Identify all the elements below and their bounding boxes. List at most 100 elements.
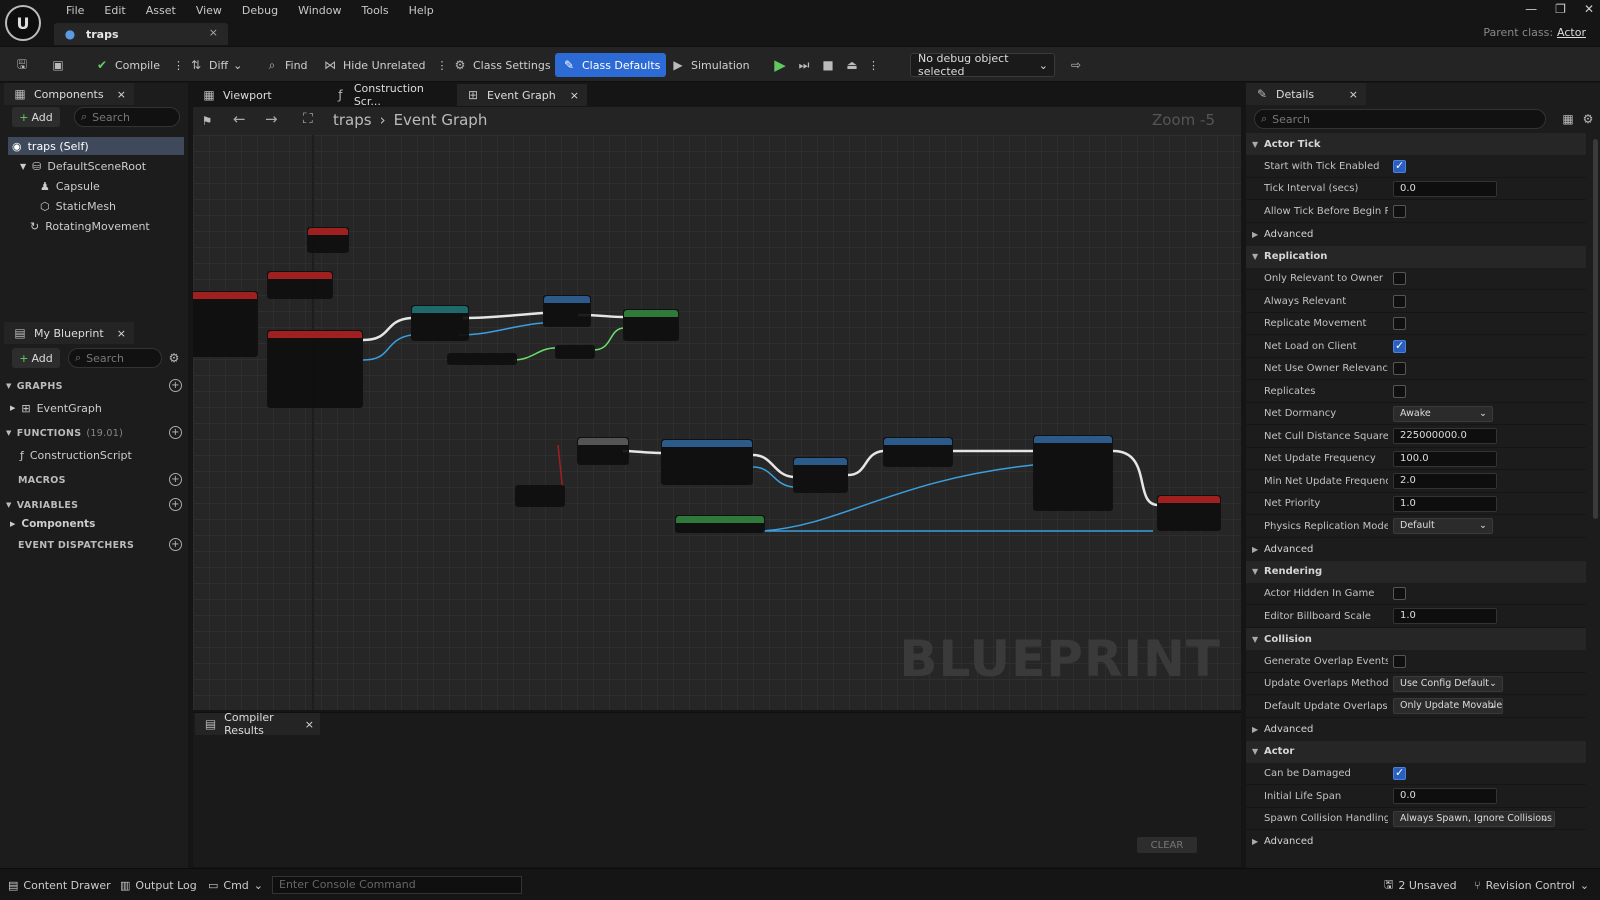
table-view-icon[interactable]: ▦ bbox=[1560, 111, 1576, 127]
functions-section[interactable]: ▼ FUNCTIONS (19.01) + bbox=[6, 423, 186, 443]
details-category[interactable]: ▼ Rendering bbox=[1246, 560, 1586, 583]
set-health-node[interactable] bbox=[623, 309, 679, 341]
menu-window[interactable]: Window bbox=[288, 2, 351, 20]
restore-icon[interactable]: ❐ bbox=[1555, 2, 1566, 16]
my-blueprint-search-input[interactable]: ⌕ Search bbox=[68, 348, 162, 368]
components-search-input[interactable]: ⌕ Search bbox=[74, 107, 180, 127]
settings-gear-icon[interactable]: ⚙ bbox=[166, 350, 182, 366]
property-value-input[interactable]: 0.0 bbox=[1393, 180, 1497, 197]
advanced-expander[interactable]: ▶ Advanced bbox=[1246, 223, 1586, 245]
details-search-input[interactable]: ⌕ Search bbox=[1254, 109, 1546, 129]
compiler-results-tab[interactable]: ▤ Compiler Results × bbox=[195, 711, 320, 737]
apply-damage-node[interactable] bbox=[543, 295, 591, 327]
find-button[interactable]: ⌕ Find bbox=[258, 53, 314, 77]
document-tab[interactable]: ● traps × bbox=[54, 23, 228, 45]
forward-arrow-icon[interactable]: → bbox=[265, 110, 278, 128]
tree-item-default-scene-root[interactable]: ▼ ⛁ DefaultSceneRoot bbox=[20, 157, 196, 175]
details-category[interactable]: ▼ Replication bbox=[1246, 245, 1586, 268]
tab-event-graph[interactable]: ⊞ Event Graph × bbox=[457, 84, 587, 106]
back-arrow-icon[interactable]: ← bbox=[233, 110, 246, 128]
property-dropdown[interactable]: Only Update Movable ⌄ bbox=[1393, 698, 1503, 714]
close-window-icon[interactable]: ✕ bbox=[1584, 2, 1594, 16]
set-show-mouse-cursor-node[interactable] bbox=[1157, 495, 1221, 531]
tree-item-rotating-movement[interactable]: ↻ RotatingMovement bbox=[30, 217, 206, 235]
my-blueprint-tab[interactable]: ▤ My Blueprint × bbox=[4, 322, 134, 344]
blueprint-graph-canvas[interactable]: BLUEPRINT bbox=[193, 135, 1241, 710]
tree-item-static-mesh[interactable]: ⬡ StaticMesh bbox=[40, 197, 216, 215]
on-component-hit-node[interactable] bbox=[193, 291, 258, 357]
add-to-viewport-node[interactable] bbox=[793, 457, 848, 493]
property-checkbox[interactable] bbox=[1393, 362, 1406, 375]
add-component-button[interactable]: + Add bbox=[12, 107, 60, 127]
details-tab[interactable]: ✎ Details × bbox=[1246, 83, 1366, 105]
clear-button[interactable]: CLEAR bbox=[1137, 837, 1197, 853]
details-category[interactable]: ▼ Collision bbox=[1246, 628, 1586, 650]
construction-script-item[interactable]: ƒ ConstructionScript bbox=[20, 446, 196, 464]
revision-control-button[interactable]: ⑂ Revision Control ⌄ bbox=[1474, 877, 1589, 893]
set-input-mode-node[interactable] bbox=[1033, 435, 1113, 511]
compile-button[interactable]: ✔ Compile ⋮ bbox=[88, 53, 190, 77]
components-tab[interactable]: ▦ Components × bbox=[4, 83, 134, 105]
get-player-controller-node[interactable] bbox=[675, 515, 765, 533]
content-drawer-button[interactable]: ▤ Content Drawer bbox=[8, 877, 111, 893]
debug-object-select[interactable]: No debug object selected ⌄ bbox=[910, 52, 1055, 78]
property-dropdown[interactable]: Awake ⌄ bbox=[1393, 405, 1493, 422]
advanced-expander[interactable]: ▶ Advanced bbox=[1246, 718, 1586, 740]
close-icon[interactable]: × bbox=[117, 88, 126, 101]
add-dispatcher-icon[interactable]: + bbox=[169, 538, 182, 551]
add-graph-icon[interactable]: + bbox=[169, 379, 182, 392]
close-icon[interactable]: × bbox=[1349, 88, 1358, 101]
event-dispatchers-section[interactable]: EVENT DISPATCHERS + bbox=[6, 535, 186, 555]
set-game-paused-node[interactable] bbox=[883, 437, 953, 467]
graphs-section[interactable]: ▼ GRAPHS + bbox=[6, 376, 186, 396]
close-icon[interactable]: × bbox=[209, 26, 218, 39]
create-widget-node[interactable] bbox=[661, 439, 753, 485]
class-settings-button[interactable]: ⚙ Class Settings bbox=[446, 53, 557, 77]
breadcrumb-root[interactable]: traps bbox=[333, 111, 372, 129]
components-variable-group[interactable]: ▶ Components bbox=[10, 515, 186, 533]
add-function-icon[interactable]: + bbox=[169, 426, 182, 439]
details-scrollbar[interactable] bbox=[1593, 139, 1598, 519]
close-icon[interactable]: × bbox=[117, 327, 126, 340]
menu-help[interactable]: Help bbox=[399, 2, 444, 20]
menu-edit[interactable]: Edit bbox=[94, 2, 135, 20]
property-value-input[interactable]: 0.0 bbox=[1393, 788, 1497, 804]
class-defaults-button[interactable]: ✎ Class Defaults bbox=[555, 53, 667, 77]
property-dropdown[interactable]: Use Config Default ⌄ bbox=[1393, 675, 1503, 692]
property-checkbox[interactable] bbox=[1393, 294, 1406, 308]
tree-item-self[interactable]: ◉ traps (Self) bbox=[8, 137, 184, 155]
parent-class-link[interactable]: Actor bbox=[1557, 26, 1586, 39]
tab-construction-script[interactable]: ƒ Construction Scr... bbox=[325, 82, 455, 108]
property-value-input[interactable]: 1.0 bbox=[1393, 495, 1497, 512]
bookmark-icon[interactable]: ⚑ bbox=[199, 113, 215, 129]
event-begin-overlap-node[interactable] bbox=[267, 271, 333, 299]
cast-node[interactable] bbox=[411, 305, 469, 341]
menu-asset[interactable]: Asset bbox=[136, 2, 186, 20]
property-dropdown[interactable]: Default ⌄ bbox=[1393, 518, 1493, 534]
event-tick-node[interactable] bbox=[307, 227, 349, 253]
property-checkbox[interactable] bbox=[1393, 317, 1406, 330]
cmd-select[interactable]: ▭ Cmd ⌄ bbox=[208, 877, 263, 893]
property-checkbox[interactable] bbox=[1393, 766, 1406, 780]
property-checkbox[interactable] bbox=[1393, 272, 1406, 285]
branch-node[interactable] bbox=[577, 437, 629, 465]
property-value-input[interactable]: 225000000.0 bbox=[1393, 428, 1497, 444]
property-checkbox[interactable] bbox=[1393, 204, 1406, 218]
add-member-button[interactable]: + Add bbox=[12, 348, 60, 368]
property-checkbox[interactable] bbox=[1393, 587, 1406, 600]
minimize-icon[interactable]: — bbox=[1525, 2, 1537, 16]
tab-viewport[interactable]: ▦ Viewport bbox=[193, 84, 323, 106]
gear-icon[interactable]: ⚙ bbox=[1580, 111, 1596, 127]
console-input[interactable]: Enter Console Command bbox=[272, 876, 522, 894]
property-value-input[interactable]: 2.0 bbox=[1393, 473, 1497, 489]
unsaved-button[interactable]: 🖫 2 Unsaved bbox=[1384, 877, 1457, 893]
browse-button[interactable]: ▣ bbox=[44, 53, 72, 77]
property-value-input[interactable]: 100.0 bbox=[1393, 450, 1497, 467]
details-category[interactable]: ▼ Actor bbox=[1246, 740, 1586, 763]
save-button[interactable]: 🖫 bbox=[8, 53, 36, 77]
menu-debug[interactable]: Debug bbox=[232, 2, 288, 20]
property-checkbox[interactable] bbox=[1393, 654, 1406, 668]
tree-item-capsule[interactable]: ♟ Capsule bbox=[40, 177, 216, 195]
diff-button[interactable]: ⇅ Diff ⌄ bbox=[182, 53, 248, 77]
play-options-button[interactable]: ⋮ bbox=[862, 53, 885, 77]
